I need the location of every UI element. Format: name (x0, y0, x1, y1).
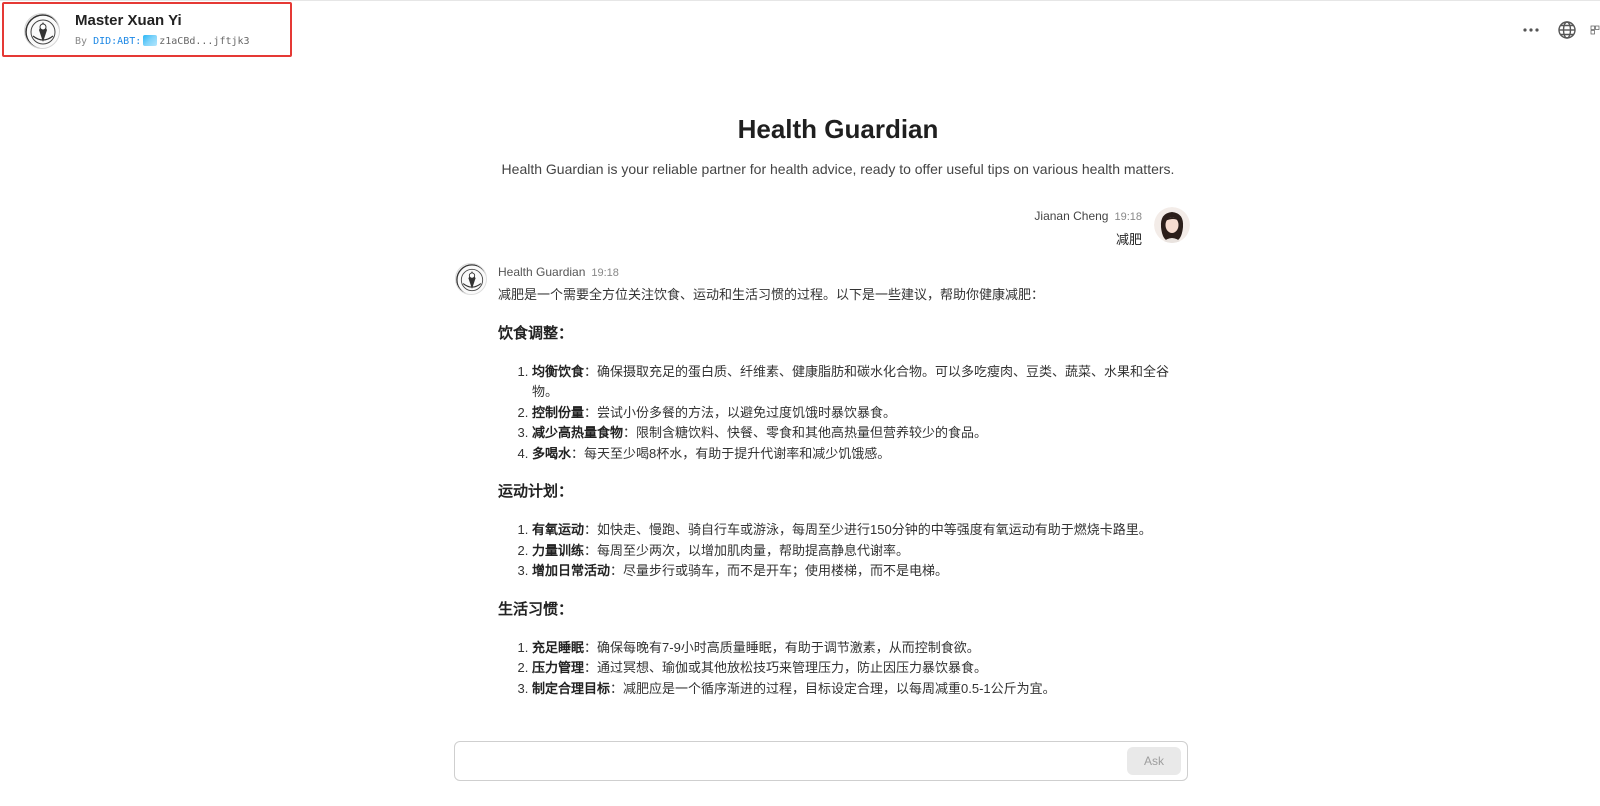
top-border (0, 0, 1600, 1)
top-actions (1508, 17, 1600, 43)
section-heading: 生活习惯： (498, 600, 574, 618)
list-item: 力量训练：每周至少两次，以增加肌肉量，帮助提高静息代谢率。 (532, 541, 1190, 562)
list-item: 控制份量：尝试小份多餐的方法，以避免过度饥饿时暴饮暴食。 (532, 403, 1190, 424)
user-message-meta: Jianan Cheng 19:18 (1034, 209, 1142, 223)
list-item: 均衡饮食：确保摄取充足的蛋白质、纤维素、健康脂肪和碳水化合物。可以多吃瘦肉、豆类… (532, 362, 1190, 403)
ask-bar: Ask (454, 741, 1188, 781)
globe-icon[interactable] (1554, 17, 1580, 43)
bot-message-time: 19:18 (591, 267, 619, 279)
list-item-text: ：减肥应是一个循序渐进的过程，目标设定合理，以每周减重0.5-1公斤为宜。 (610, 680, 1056, 696)
agent-header[interactable]: Master Xuan Yi By DID:ABT: z1aCBd...jftjk… (2, 2, 292, 57)
section-heading: 饮食调整： (498, 324, 574, 342)
list-item-text: ：如快走、慢跑、骑自行车或游泳，每周至少进行150分钟的中等强度有氧运动有助于燃… (584, 522, 1152, 537)
list-item-title: 均衡饮食 (532, 363, 585, 379)
list-item-text: ：尽量步行或骑车，而不是开车；使用楼梯，而不是电梯。 (610, 563, 949, 578)
section-list: 充足睡眠：确保每晚有7-9小时高质量睡眠，有助于调节激素，从而控制食欲。 压力管… (498, 638, 1190, 700)
ask-input[interactable] (467, 750, 1121, 774)
list-item: 多喝水：每天至少喝8杯水，有助于提升代谢率和减少饥饿感。 (532, 444, 1190, 465)
more-icon[interactable] (1518, 17, 1544, 43)
page-description: Health Guardian is your reliable partner… (501, 161, 1175, 177)
user-message: Jianan Cheng 19:18 减肥 (1034, 209, 1142, 248)
agent-name: Master Xuan Yi (75, 12, 182, 29)
list-item-text: ：通过冥想、瑜伽或其他放松技巧来管理压力，防止因压力暴饮暴食。 (584, 660, 988, 675)
agent-emblem-icon (25, 14, 59, 48)
bot-message-meta: Health Guardian 19:18 (498, 265, 619, 279)
list-item-text: ：限制含糖饮料、快餐、零食和其他高热量但营养较少的食品。 (623, 425, 988, 440)
layout-icon[interactable] (1590, 17, 1600, 43)
bot-avatar (455, 263, 487, 295)
list-item-title: 力量训练 (532, 542, 585, 558)
did-address[interactable]: z1aCBd...jftjk3 (159, 36, 249, 47)
list-item-text: ：尝试小份多餐的方法，以避免过度饥饿时暴饮暴食。 (584, 404, 897, 420)
list-item-title: 充足睡眠 (532, 639, 585, 655)
list-item-text: ：每天至少喝8杯水，有助于提升代谢率和减少饥饿感。 (571, 445, 891, 461)
list-item-title: 制定合理目标 (532, 680, 611, 696)
list-item-title: 有氧运动 (532, 522, 585, 537)
list-item-title: 压力管理 (532, 660, 585, 675)
did-prefix: DID:ABT: (93, 36, 142, 47)
page-title: Health Guardian (737, 114, 939, 144)
bot-intro: 减肥是一个需要全方位关注饮食、运动和生活习惯的过程。以下是一些建议，帮助你健康减… (498, 287, 1045, 302)
list-item: 制定合理目标：减肥应是一个循序渐进的过程，目标设定合理，以每周减重0.5-1公斤… (532, 679, 1190, 700)
section-heading: 运动计划： (498, 483, 574, 500)
did-badge-icon (143, 35, 158, 46)
list-item: 压力管理：通过冥想、瑜伽或其他放松技巧来管理压力，防止因压力暴饮暴食。 (532, 658, 1190, 679)
list-item-text: ：确保摄取充足的蛋白质、纤维素、健康脂肪和碳水化合物。可以多吃瘦肉、豆类、蔬菜、… (532, 363, 1170, 400)
list-item-title: 控制份量 (532, 404, 585, 420)
user-avatar[interactable] (1154, 207, 1190, 243)
by-label: By (75, 36, 88, 47)
user-name: Jianan Cheng (1034, 209, 1109, 223)
list-item-text: ：确保每晚有7-9小时高质量睡眠，有助于调节激素，从而控制食欲。 (584, 639, 980, 655)
list-item: 减少高热量食物：限制含糖饮料、快餐、零食和其他高热量但营养较少的食品。 (532, 423, 1190, 444)
user-message-text: 减肥 (1115, 232, 1142, 247)
agent-did: By DID:ABT: z1aCBd...jftjk3 (75, 35, 250, 47)
section-list: 均衡饮食：确保摄取充足的蛋白质、纤维素、健康脂肪和碳水化合物。可以多吃瘦肉、豆类… (498, 362, 1190, 465)
bot-message-body: 减肥是一个需要全方位关注饮食、运动和生活习惯的过程。以下是一些建议，帮助你健康减… (498, 285, 1190, 699)
section-list: 有氧运动：如快走、慢跑、骑自行车或游泳，每周至少进行150分钟的中等强度有氧运动… (498, 520, 1190, 582)
bot-emblem-icon (456, 264, 486, 294)
list-item-title: 多喝水 (532, 445, 572, 461)
list-item: 增加日常活动：尽量步行或骑车，而不是开车；使用楼梯，而不是电梯。 (532, 561, 1190, 582)
list-item-text: ：每周至少两次，以增加肌肉量，帮助提高静息代谢率。 (584, 542, 910, 558)
user-message-time: 19:18 (1114, 211, 1142, 223)
list-item-title: 增加日常活动 (532, 563, 611, 578)
bot-name: Health Guardian (498, 265, 586, 279)
agent-avatar (24, 13, 60, 49)
ask-button[interactable]: Ask (1127, 747, 1181, 775)
list-item: 有氧运动：如快走、慢跑、骑自行车或游泳，每周至少进行150分钟的中等强度有氧运动… (532, 520, 1190, 541)
list-item-title: 减少高热量食物 (532, 425, 624, 440)
list-item: 充足睡眠：确保每晚有7-9小时高质量睡眠，有助于调节激素，从而控制食欲。 (532, 638, 1190, 659)
